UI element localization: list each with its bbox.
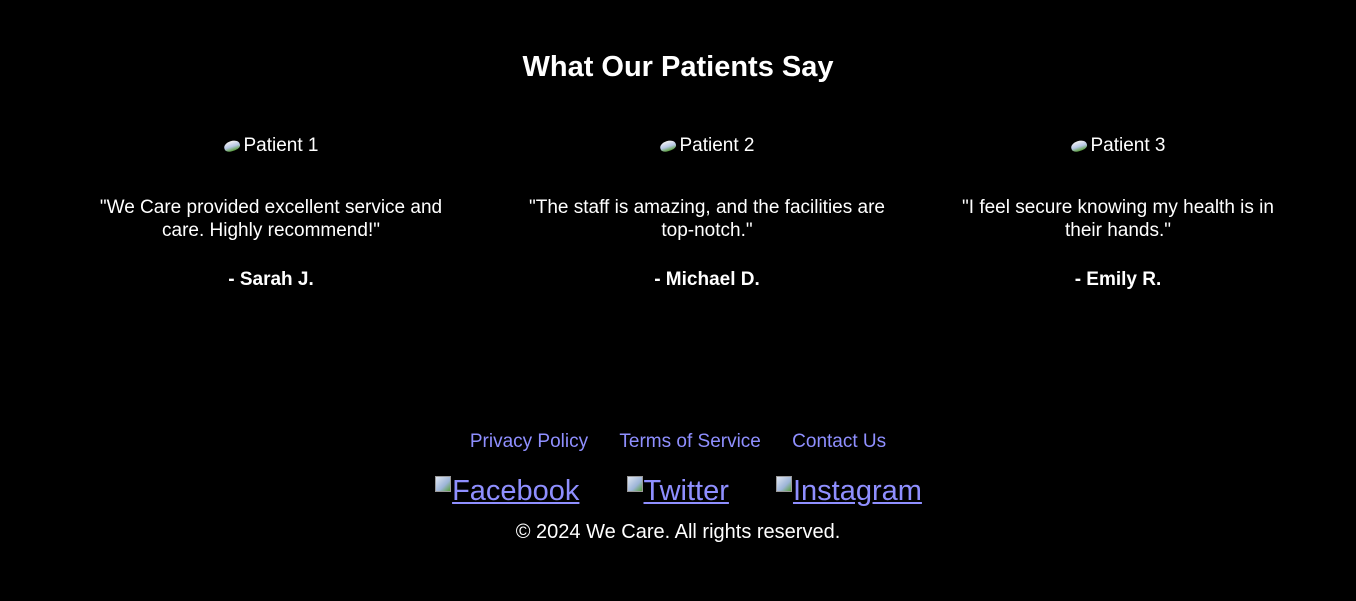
- patient-image-alt: Patient 1: [243, 135, 319, 156]
- twitter-link[interactable]: Twitter: [626, 473, 729, 509]
- patient-image-alt: Patient 3: [1090, 135, 1166, 156]
- testimonial-card: Patient 2 "The staff is amazing, and the…: [520, 134, 894, 291]
- facebook-label: Facebook: [452, 475, 580, 507]
- facebook-link[interactable]: Facebook: [434, 473, 579, 509]
- broken-image-icon: [626, 475, 644, 493]
- broken-image-icon: [1071, 139, 1089, 153]
- patient-image: Patient 3: [1071, 134, 1166, 158]
- broken-image-icon: [775, 475, 793, 493]
- broken-image-icon: [434, 475, 452, 493]
- page: What Our Patients Say Patient 1 "We Care…: [0, 0, 1356, 601]
- instagram-link[interactable]: Instagram: [775, 473, 922, 509]
- broken-image-icon: [224, 139, 242, 153]
- footer-links: Privacy Policy Terms of Service Contact …: [0, 430, 1356, 454]
- contact-us-link[interactable]: Contact Us: [792, 431, 886, 452]
- testimonial-card: Patient 1 "We Care provided excellent se…: [80, 134, 462, 291]
- testimonial-card: Patient 3 "I feel secure knowing my heal…: [950, 134, 1286, 291]
- patient-image: Patient 2: [660, 134, 755, 158]
- copyright-text: © 2024 We Care. All rights reserved.: [515, 521, 841, 543]
- twitter-label: Twitter: [643, 475, 729, 507]
- terms-of-service-link[interactable]: Terms of Service: [619, 431, 760, 452]
- testimonial-author: - Michael D.: [654, 269, 760, 290]
- instagram-label: Instagram: [792, 475, 922, 507]
- broken-image-icon: [660, 139, 678, 153]
- testimonial-quote: "I feel secure knowing my health is in t…: [962, 197, 1274, 241]
- testimonial-author: - Emily R.: [1074, 269, 1162, 290]
- patient-image: Patient 1: [224, 134, 319, 158]
- testimonial-author: - Sarah J.: [228, 269, 314, 290]
- testimonial-quote: "The staff is amazing, and the facilitie…: [529, 197, 885, 241]
- section-title: What Our Patients Say: [522, 51, 834, 83]
- patient-image-alt: Patient 2: [679, 135, 755, 156]
- privacy-policy-link[interactable]: Privacy Policy: [470, 431, 588, 452]
- testimonial-quote: "We Care provided excellent service and …: [99, 197, 443, 241]
- social-links: Facebook Twitter Instagram: [0, 466, 1356, 509]
